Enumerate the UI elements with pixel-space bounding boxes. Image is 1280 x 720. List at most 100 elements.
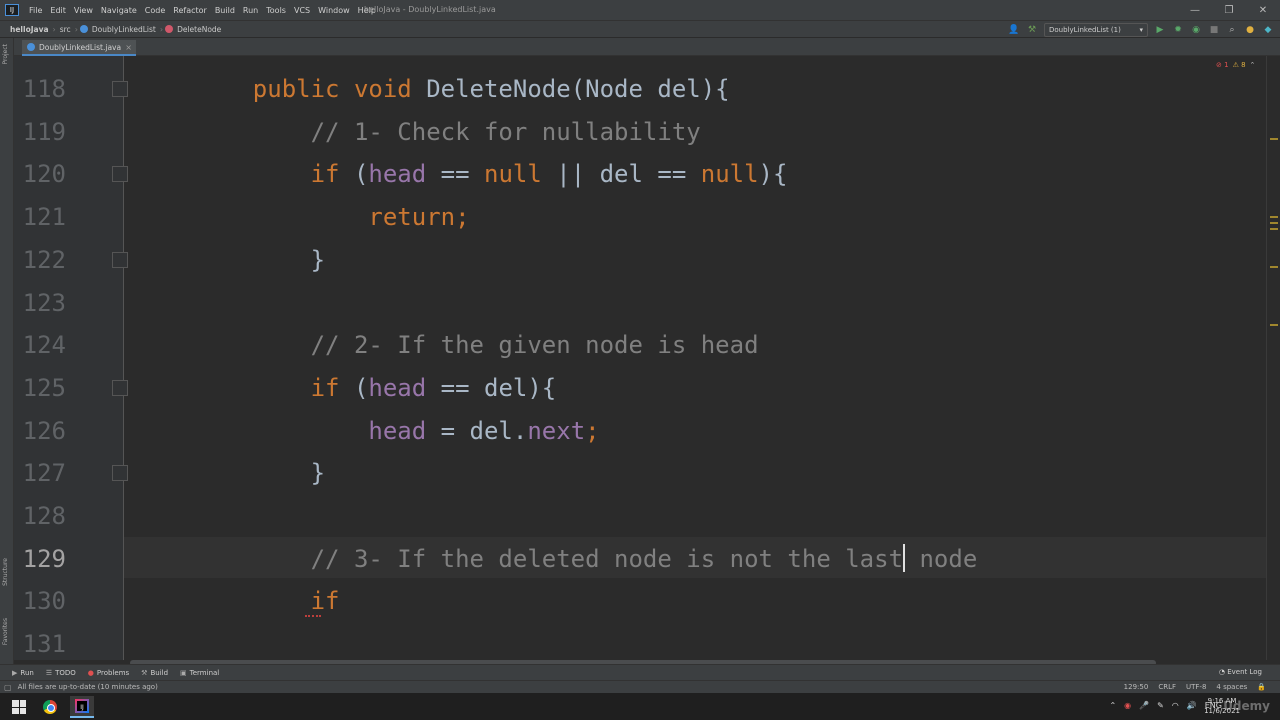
warning-marker[interactable] bbox=[1270, 324, 1278, 326]
warning-marker[interactable] bbox=[1270, 228, 1278, 230]
chevron-up-icon[interactable]: ⌃ bbox=[1109, 701, 1116, 710]
line-number[interactable]: 125 bbox=[14, 367, 66, 409]
breadcrumb-class[interactable]: DoublyLinkedList bbox=[90, 25, 158, 34]
menu-tools[interactable]: Tools bbox=[262, 6, 290, 15]
breadcrumb-src[interactable]: src bbox=[58, 25, 73, 34]
update-icon[interactable]: ● bbox=[1244, 24, 1256, 36]
stop-icon[interactable]: ■ bbox=[1208, 24, 1220, 36]
file-encoding[interactable]: UTF-8 bbox=[1186, 683, 1206, 691]
run-icon[interactable]: ▶ bbox=[1154, 24, 1166, 36]
line-number[interactable]: 129 bbox=[14, 538, 66, 580]
line-number[interactable]: 123 bbox=[14, 282, 66, 324]
code-line[interactable]: 130 if bbox=[14, 580, 1266, 622]
favorites-tool-tab[interactable]: Favorites bbox=[2, 618, 9, 645]
tab-close-icon[interactable]: × bbox=[125, 43, 132, 52]
build-tool-label: Build bbox=[150, 668, 169, 677]
line-number[interactable]: 122 bbox=[14, 239, 66, 281]
code-line[interactable]: 131 bbox=[14, 623, 1266, 660]
pen-icon[interactable]: ✎ bbox=[1157, 701, 1164, 710]
caret-position[interactable]: 129:50 bbox=[1124, 683, 1149, 691]
terminal-tool-button[interactable]: ▣ Terminal bbox=[180, 669, 219, 677]
fold-marker-icon[interactable] bbox=[112, 166, 128, 183]
coverage-icon[interactable]: ◉ bbox=[1190, 24, 1202, 36]
line-number[interactable]: 130 bbox=[14, 580, 66, 622]
menu-window[interactable]: Window bbox=[314, 6, 354, 15]
search-icon[interactable]: ⌕ bbox=[1226, 24, 1238, 36]
fold-marker-icon[interactable] bbox=[112, 465, 128, 482]
intellij-taskbar-button[interactable]: IJ bbox=[70, 696, 94, 718]
wifi-icon[interactable]: ◠ bbox=[1172, 701, 1179, 710]
breadcrumb-method[interactable]: DeleteNode bbox=[175, 25, 223, 34]
line-number[interactable]: 121 bbox=[14, 196, 66, 238]
code-line[interactable]: 122 } bbox=[14, 239, 1266, 281]
menu-run[interactable]: Run bbox=[239, 6, 262, 15]
line-number[interactable]: 119 bbox=[14, 111, 66, 153]
code-line[interactable]: 121 return; bbox=[14, 196, 1266, 238]
run-configuration-select[interactable]: DoublyLinkedList (1) ▾ bbox=[1044, 23, 1148, 37]
inspection-widget[interactable]: ⊘ 1 ⚠ 8 ⌃ bbox=[1216, 61, 1255, 69]
code-line[interactable]: 128 bbox=[14, 495, 1266, 537]
event-log-button[interactable]: ◔ Event Log bbox=[1219, 668, 1262, 676]
menu-file[interactable]: File bbox=[25, 6, 46, 15]
editor-tab[interactable]: DoublyLinkedList.java × bbox=[22, 40, 136, 56]
code-token: public void bbox=[252, 75, 427, 103]
menu-refactor[interactable]: Refactor bbox=[169, 6, 211, 15]
code-line[interactable]: 129 // 3- If the deleted node is not the… bbox=[14, 538, 1266, 580]
chevron-up-icon[interactable]: ⌃ bbox=[1250, 61, 1256, 69]
warning-marker[interactable] bbox=[1270, 216, 1278, 218]
lock-icon[interactable]: 🔒 bbox=[1257, 683, 1266, 691]
code-token: next bbox=[527, 416, 586, 445]
project-tool-tab[interactable]: Project bbox=[2, 44, 9, 65]
menu-edit[interactable]: Edit bbox=[46, 6, 70, 15]
line-number[interactable]: 128 bbox=[14, 495, 66, 537]
right-scroll-strip[interactable] bbox=[1266, 56, 1280, 660]
menu-code[interactable]: Code bbox=[141, 6, 169, 15]
windows-start-icon[interactable] bbox=[12, 700, 26, 714]
code-line[interactable]: 127 } bbox=[14, 452, 1266, 494]
todo-tool-button[interactable]: ☰ TODO bbox=[46, 669, 76, 677]
fold-marker-icon[interactable] bbox=[112, 251, 128, 268]
line-number[interactable]: 120 bbox=[14, 153, 66, 195]
maximize-button[interactable]: ❐ bbox=[1212, 0, 1246, 20]
line-number[interactable]: 131 bbox=[14, 623, 66, 660]
user-icon[interactable]: 👤 bbox=[1008, 24, 1020, 36]
code-line[interactable]: 119 // 1- Check for nullability bbox=[14, 111, 1266, 153]
plugin-icon[interactable]: ◆ bbox=[1262, 24, 1274, 36]
microphone-icon[interactable]: 🎤 bbox=[1139, 701, 1149, 710]
code-line[interactable]: 126 head = del.next; bbox=[14, 410, 1266, 452]
chrome-taskbar-button[interactable] bbox=[39, 696, 61, 718]
code-editor[interactable]: 118 public void DeleteNode(Node del){119… bbox=[14, 56, 1266, 660]
fold-marker-icon[interactable] bbox=[112, 81, 128, 97]
build-tool-button[interactable]: ⚒ Build bbox=[141, 669, 168, 677]
line-separator[interactable]: CRLF bbox=[1158, 683, 1176, 691]
run-tool-button[interactable]: ▶ Run bbox=[12, 669, 34, 677]
debug-icon[interactable]: ✹ bbox=[1172, 24, 1184, 36]
record-icon[interactable]: ◉ bbox=[1124, 701, 1131, 710]
menu-navigate[interactable]: Navigate bbox=[97, 6, 141, 15]
code-line[interactable]: 124 // 2- If the given node is head bbox=[14, 324, 1266, 366]
line-number[interactable]: 118 bbox=[14, 68, 66, 110]
indent-setting[interactable]: 4 spaces bbox=[1216, 683, 1247, 691]
menu-vcs[interactable]: VCS bbox=[290, 6, 314, 15]
volume-icon[interactable]: 🔊 bbox=[1187, 701, 1197, 710]
code-line[interactable]: 123 bbox=[14, 282, 1266, 324]
breadcrumb-project[interactable]: helloJava bbox=[8, 25, 51, 34]
code-token: // 2- If the given node is head bbox=[310, 331, 759, 360]
line-number[interactable]: 126 bbox=[14, 410, 66, 452]
code-line[interactable]: 118 public void DeleteNode(Node del){ bbox=[14, 68, 1266, 110]
minimize-button[interactable]: — bbox=[1178, 0, 1212, 20]
fold-marker-icon[interactable] bbox=[112, 379, 128, 396]
structure-tool-tab[interactable]: Structure bbox=[2, 558, 9, 586]
line-number[interactable]: 124 bbox=[14, 324, 66, 366]
menu-build[interactable]: Build bbox=[211, 6, 239, 15]
warning-marker[interactable] bbox=[1270, 266, 1278, 268]
code-line[interactable]: 120 if (head == null || del == null){ bbox=[14, 153, 1266, 195]
line-number[interactable]: 127 bbox=[14, 452, 66, 494]
code-line[interactable]: 125 if (head == del){ bbox=[14, 367, 1266, 409]
warning-marker[interactable] bbox=[1270, 138, 1278, 140]
close-button[interactable]: ✕ bbox=[1246, 0, 1280, 20]
problems-tool-button[interactable]: ● Problems bbox=[88, 669, 129, 677]
menu-view[interactable]: View bbox=[70, 6, 97, 15]
hammer-icon[interactable]: ⚒ bbox=[1026, 24, 1038, 36]
warning-marker[interactable] bbox=[1270, 222, 1278, 224]
